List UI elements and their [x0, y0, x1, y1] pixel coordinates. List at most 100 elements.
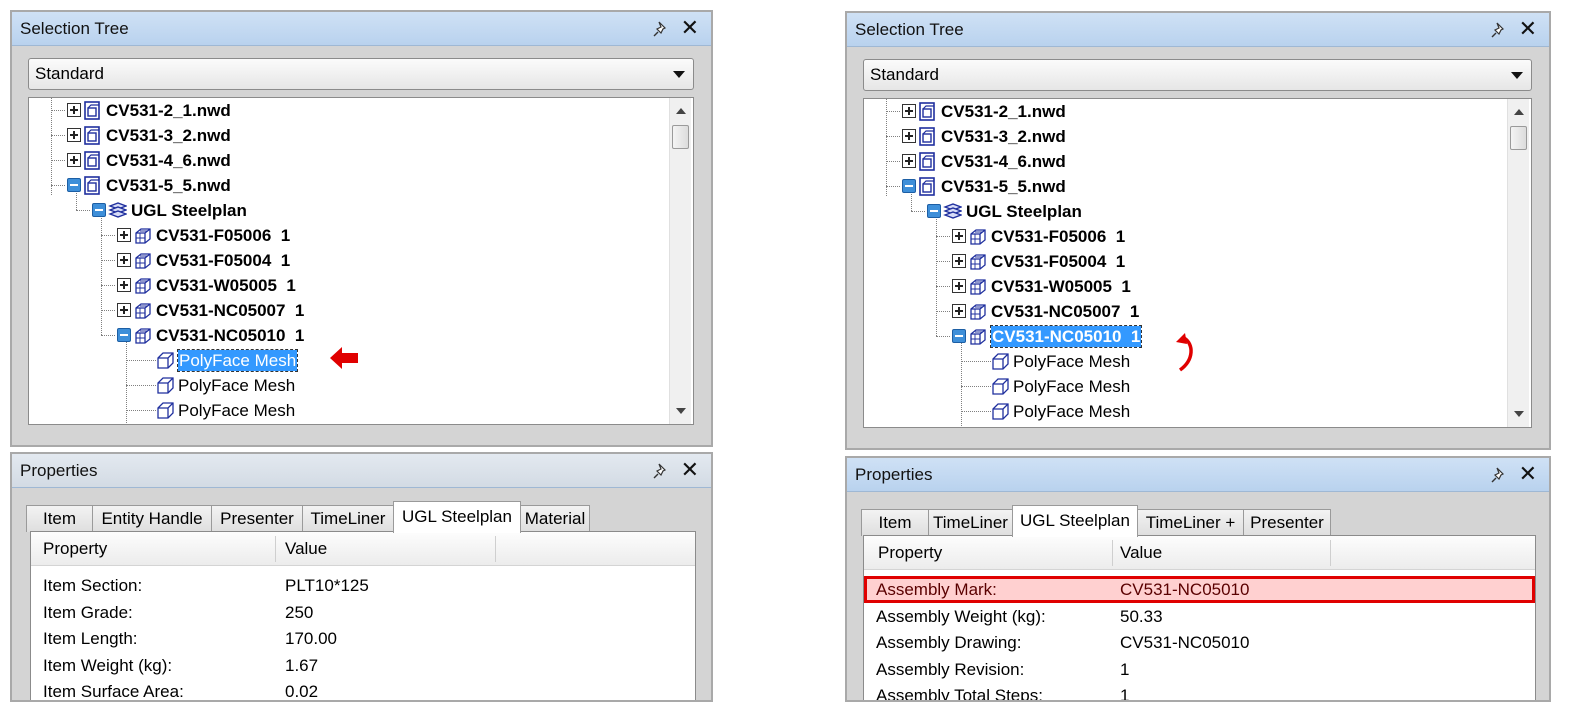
expand-icon[interactable] [952, 254, 966, 268]
tree-item-cv531-f05004-1[interactable]: CV531-F05004 1 [29, 248, 659, 273]
close-icon[interactable]: ✕ [681, 454, 699, 486]
tree-connector-line [936, 261, 950, 262]
property-value: 170.00 [285, 629, 337, 648]
expand-icon[interactable] [67, 153, 81, 167]
group-icon [968, 227, 987, 246]
collapse-icon[interactable] [67, 178, 81, 192]
tree-item-polyface-mesh[interactable]: PolyFace Mesh [29, 373, 659, 398]
expand-icon[interactable] [902, 104, 916, 118]
tree-item-cv531-nc05007-1[interactable]: CV531-NC05007 1 [864, 299, 1494, 324]
right-tree-scrollbar[interactable] [1507, 99, 1529, 427]
scroll-thumb[interactable] [1510, 126, 1527, 150]
property-row[interactable]: Item Weight (kg): 1.67 [31, 652, 695, 679]
tab-ugl-steelplan[interactable]: UGL Steelplan [393, 501, 521, 533]
tab-entity-handle[interactable]: Entity Handle [92, 505, 212, 532]
collapse-icon[interactable] [117, 328, 131, 342]
tree-item-cv531-w05005-1[interactable]: CV531-W05005 1 [29, 273, 659, 298]
tree-item-cv531-2-1-nwd[interactable]: CV531-2_1.nwd [29, 98, 659, 123]
tree-item-ugl-steelplan[interactable]: UGL Steelplan [29, 198, 659, 223]
expand-icon[interactable] [117, 303, 131, 317]
expand-icon[interactable] [117, 228, 131, 242]
property-row[interactable]: Assembly Total Steps: 1 [864, 682, 1535, 700]
property-row[interactable]: Assembly Weight (kg): 50.33 [864, 603, 1535, 630]
property-row[interactable]: Assembly Drawing: CV531-NC05010 [864, 629, 1535, 656]
tab-timeliner[interactable]: TimeLiner [928, 509, 1013, 536]
tab-material[interactable]: Material [520, 505, 590, 532]
tab-timeliner[interactable]: TimeLiner [302, 505, 394, 532]
tree-item-polyface-mesh[interactable]: PolyFace Mesh [864, 374, 1494, 399]
tree-item-polyface-mesh[interactable]: PolyFace Mesh [864, 399, 1494, 424]
expand-icon[interactable] [902, 129, 916, 143]
tree-connector-line [51, 135, 65, 136]
left-tree-view[interactable]: CV531-2_1.nwd CV531-3_2.nwd CV531-4_6.nwd C… [28, 97, 694, 425]
column-header-property[interactable]: Property [43, 532, 107, 566]
collapse-icon[interactable] [902, 179, 916, 193]
property-row[interactable]: Assembly Revision: 1 [864, 656, 1535, 683]
scroll-up-icon[interactable] [1514, 109, 1524, 115]
expand-icon[interactable] [952, 304, 966, 318]
tree-item-cv531-f05006-1[interactable]: CV531-F05006 1 [29, 223, 659, 248]
tree-item-cv531-3-2-nwd[interactable]: CV531-3_2.nwd [864, 124, 1494, 149]
right-tree-mode-select[interactable]: Standard [863, 59, 1532, 91]
tree-connector-line [936, 236, 950, 237]
tab-ugl-steelplan[interactable]: UGL Steelplan [1012, 505, 1138, 537]
property-row[interactable]: Item Section: PLT10*125 [31, 572, 695, 599]
expand-icon[interactable] [117, 253, 131, 267]
tree-item-ugl-steelplan[interactable]: UGL Steelplan [864, 199, 1494, 224]
geometry-icon [991, 352, 1010, 371]
tab-presenter[interactable]: Presenter [1243, 509, 1331, 536]
property-row[interactable]: Item Surface Area: 0.02 [31, 678, 695, 701]
expand-icon[interactable] [952, 229, 966, 243]
file-icon [83, 126, 102, 145]
property-row[interactable]: Item Length: 170.00 [31, 625, 695, 652]
tree-item-cv531-4-6-nwd[interactable]: CV531-4_6.nwd [29, 148, 659, 173]
tree-item-cv531-w05005-1[interactable]: CV531-W05005 1 [864, 274, 1494, 299]
tree-item-cv531-2-1-nwd[interactable]: CV531-2_1.nwd [864, 99, 1494, 124]
left-selection-tree-title: Selection Tree [20, 19, 129, 38]
property-row[interactable]: Assembly Mark: CV531-NC05010 [864, 576, 1535, 603]
scroll-down-icon[interactable] [1514, 411, 1524, 417]
scroll-up-icon[interactable] [676, 108, 686, 114]
column-header-value[interactable]: Value [285, 532, 327, 566]
tree-item-cv531-5-5-nwd[interactable]: CV531-5_5.nwd [29, 173, 659, 198]
tab-item[interactable]: Item [26, 505, 93, 532]
scroll-thumb[interactable] [672, 125, 689, 149]
pin-icon[interactable] [653, 21, 669, 37]
column-header-property[interactable]: Property [878, 536, 942, 570]
tab-presenter[interactable]: Presenter [211, 505, 303, 532]
collapse-icon[interactable] [92, 203, 106, 217]
expand-icon[interactable] [67, 103, 81, 117]
pin-icon[interactable] [1491, 22, 1507, 38]
column-header-value[interactable]: Value [1120, 536, 1162, 570]
pin-icon[interactable] [1491, 467, 1507, 483]
property-value: 0.02 [285, 682, 319, 701]
expand-icon[interactable] [952, 279, 966, 293]
expand-icon[interactable] [117, 278, 131, 292]
tree-item-cv531-4-6-nwd[interactable]: CV531-4_6.nwd [864, 149, 1494, 174]
chevron-down-icon[interactable] [673, 71, 685, 78]
property-row[interactable]: Item Grade: 250 [31, 599, 695, 626]
tree-item-cv531-nc05007-1[interactable]: CV531-NC05007 1 [29, 298, 659, 323]
tree-connector-line [961, 386, 991, 387]
tree-item-cv531-f05004-1[interactable]: CV531-F05004 1 [864, 249, 1494, 274]
chevron-down-icon[interactable] [1511, 72, 1523, 79]
tree-item-cv531-5-5-nwd[interactable]: CV531-5_5.nwd [864, 174, 1494, 199]
close-icon[interactable]: ✕ [681, 12, 699, 44]
tree-item-cv531-3-2-nwd[interactable]: CV531-3_2.nwd [29, 123, 659, 148]
close-icon[interactable]: ✕ [1519, 458, 1537, 490]
close-icon[interactable]: ✕ [1519, 13, 1537, 45]
right-tree-view[interactable]: CV531-2_1.nwd CV531-3_2.nwd CV531-4_6.nwd C… [863, 98, 1532, 428]
left-properties-tabs: Item Entity Handle Presenter TimeLiner UGL S… [26, 501, 706, 533]
expand-icon[interactable] [902, 154, 916, 168]
tab-timeliner[interactable]: TimeLiner + [1137, 509, 1244, 536]
collapse-icon[interactable] [927, 204, 941, 218]
tree-item-polyface-mesh[interactable]: PolyFace Mesh [29, 398, 659, 423]
pin-icon[interactable] [653, 463, 669, 479]
collapse-icon[interactable] [952, 329, 966, 343]
tree-item-cv531-f05006-1[interactable]: CV531-F05006 1 [864, 224, 1494, 249]
left-tree-mode-select[interactable]: Standard [28, 58, 694, 90]
tab-item[interactable]: Item [861, 509, 929, 536]
scroll-down-icon[interactable] [676, 408, 686, 414]
left-tree-scrollbar[interactable] [669, 98, 691, 424]
expand-icon[interactable] [67, 128, 81, 142]
